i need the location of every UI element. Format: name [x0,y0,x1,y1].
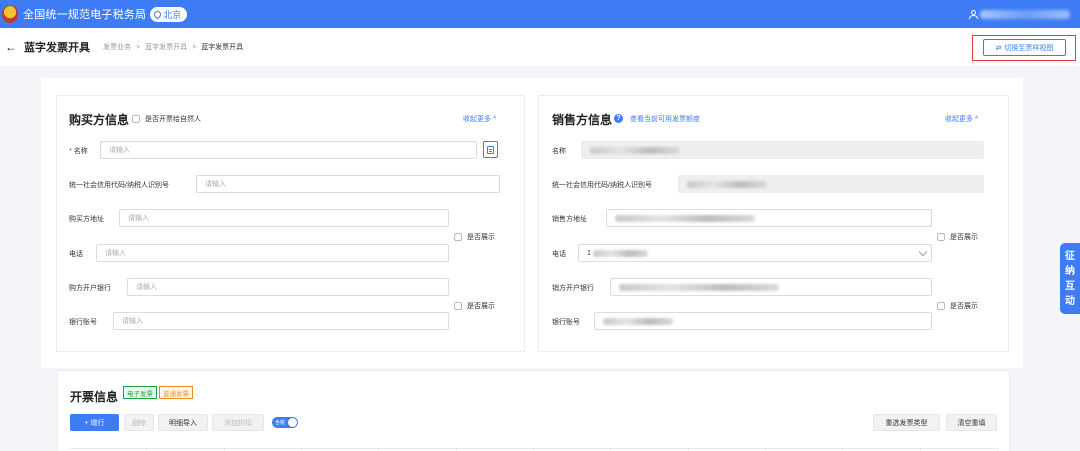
redacted-value [592,249,648,257]
tax-included-toggle[interactable]: 含税 [272,417,298,428]
buyer-name-label: * 名称 [69,146,88,156]
buyer-bank-label: 购方开户银行 [69,285,111,292]
user-name-redacted [980,9,1070,19]
buyer-collapse-link[interactable]: 收起更多 ^ [463,114,496,124]
seller-address-label: 销售方地址 [552,216,587,223]
delete-button[interactable]: 删除 [124,414,154,431]
seller-phone-select[interactable]: 1 [578,244,932,262]
show-label: 是否展示 [950,303,978,310]
seller-show-checkbox-2[interactable]: 是否展示 [937,301,978,311]
buyer-show-checkbox-2[interactable]: 是否展示 [454,301,495,311]
buyer-phone-input[interactable]: 请输入 [96,244,449,262]
seller-tax-id-label: 统一社会信用代码/纳税人识别号 [552,182,652,189]
app-brand: 全国统一规范电子税务局 [23,9,147,21]
seller-collapse-link[interactable]: 收起更多 ^ [945,114,978,124]
import-details-button[interactable]: 明细导入 [158,414,208,431]
interaction-side-tab[interactable]: 征 纳 互 动 [1060,243,1080,314]
breadcrumb: 发票业务 > 蓝字发票开具 > 蓝字发票开具 [103,42,243,52]
checkbox-box[interactable] [937,233,945,241]
buyer-account-input[interactable]: 请输入 [113,312,449,330]
seller-panel: 销售方信息 ? 查看当前可用发票额度 收起更多 ^ 名称 统一社会信用代码/纳税… [538,95,1009,352]
side-char: 纳 [1065,265,1075,277]
user-icon [969,10,978,19]
show-label: 是否展示 [467,234,495,241]
party-info-card: 购买方信息 是否开票给自然人 收起更多 ^ * 名称 请输入 统一社会信用代码/纳… [41,78,1023,368]
seller-name-label: 名称 [552,148,566,155]
breadcrumb-item[interactable]: 蓝字发票开具 [145,42,187,52]
invoice-title: 开票信息 [70,390,119,404]
buyer-address-input[interactable]: 请输入 [119,209,449,227]
seller-phone-label: 电话 [552,251,566,258]
buyer-select-button[interactable] [483,141,498,158]
seller-show-checkbox-1[interactable]: 是否展示 [937,232,978,242]
seller-bank-input[interactable] [610,278,932,296]
clear-refill-button[interactable]: 清空重填 [946,414,997,431]
show-label: 是否展示 [950,234,978,241]
buyer-show-checkbox-1[interactable]: 是否展示 [454,232,495,242]
tag-electronic: 电子发票 [123,386,157,399]
seller-bank-label: 销方开户银行 [552,285,594,292]
tax-emblem-icon [2,5,18,23]
buyer-bank-input[interactable]: 请输入 [127,278,449,296]
buyer-tax-id-label: 统一社会信用代码/纳税人识别号 [69,182,169,189]
buyer-panel: 购买方信息 是否开票给自然人 收起更多 ^ * 名称 请输入 统一社会信用代码/纳… [56,95,525,352]
buyer-account-label: 银行账号 [69,319,97,326]
region-selector[interactable]: 北京 [150,6,188,22]
seller-title: 销售方信息 [552,113,613,127]
natural-person-checkbox[interactable]: 是否开票给自然人 [132,114,201,124]
buyer-name-input[interactable]: 请输入 [100,141,477,159]
buyer-title: 购买方信息 [69,113,130,127]
highlight-frame: ⇄ 切换至票样视图 [972,35,1076,61]
buyer-address-label: 购买方地址 [69,216,104,223]
breadcrumb-current: 蓝字发票开具 [201,44,244,51]
seller-account-input[interactable] [594,312,932,330]
tag-ordinary: 普通发票 [159,386,193,399]
back-arrow-icon[interactable]: ← [4,40,18,54]
quota-link[interactable]: 查看当前可用发票额度 [630,114,700,124]
redacted-value [687,180,767,188]
region-label: 北京 [163,9,182,20]
breadcrumb-item[interactable]: 发票业务 [103,42,131,52]
seller-tax-id-field [678,175,984,193]
switch-label: 切换至票样视图 [1004,44,1054,52]
top-bar: 全国统一规范电子税务局 北京 [0,0,1080,28]
buyer-tax-id-input[interactable]: 请输入 [196,175,500,193]
side-char: 征 [1065,250,1075,262]
redacted-value [615,214,755,222]
add-row-button[interactable]: + 增行 [70,414,119,431]
label-text: 名称 [73,148,88,155]
toggle-label: 含税 [275,420,286,426]
redacted-value [603,317,673,325]
location-pin-icon [152,9,163,19]
breadcrumb-separator: > [136,43,141,51]
breadcrumb-separator: > [192,43,197,51]
redacted-value [590,146,680,154]
seller-name-field [581,141,984,159]
buyer-phone-label: 电话 [69,251,83,258]
user-menu[interactable] [969,0,1080,28]
redacted-value [619,283,779,291]
switch-icon: ⇄ [995,44,1002,52]
side-char: 互 [1065,280,1075,292]
checkbox-box[interactable] [454,233,462,241]
page-title: 蓝字发票开具 [24,42,90,54]
seller-account-label: 银行账号 [552,319,580,326]
address-book-icon [487,145,494,154]
checkbox-box[interactable] [132,115,140,123]
page-header: ← 蓝字发票开具 发票业务 > 蓝字发票开具 > 蓝字发票开具 ⇄ 切换至票样视… [0,28,1080,66]
checkbox-box[interactable] [454,302,462,310]
natural-person-label: 是否开票给自然人 [145,116,201,123]
seller-address-input[interactable] [606,209,932,227]
phone-prefix: 1 [587,249,591,257]
show-label: 是否展示 [467,303,495,310]
switch-to-sample-view-button[interactable]: ⇄ 切换至票样视图 [983,39,1066,56]
reselect-invoice-type-button[interactable]: 重选发票类型 [873,414,940,431]
invoice-info-card: 开票信息 电子发票 普通发票 + 增行 删除 明细导入 添加折扣 含税 重选发票… [57,370,1010,451]
add-discount-button[interactable]: 添加折扣 [212,414,264,431]
help-icon[interactable]: ? [614,114,623,123]
checkbox-box[interactable] [937,302,945,310]
side-char: 动 [1065,295,1075,307]
required-mark: * [69,148,72,155]
